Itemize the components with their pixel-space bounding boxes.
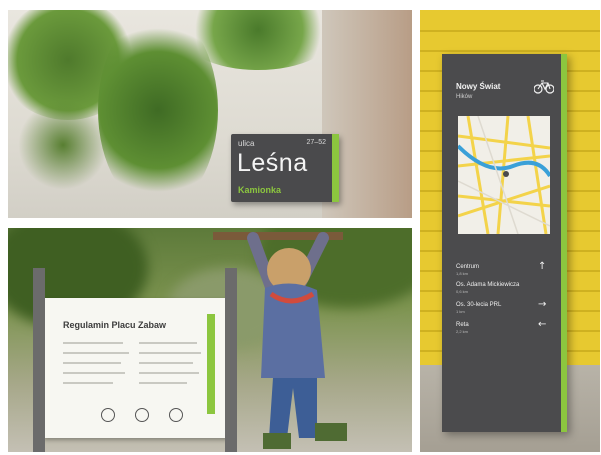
child-on-swing — [213, 232, 347, 449]
wayfinding-totem: Nowy Świat Hików Centrum 1,8 km ↑ Os. Ad… — [442, 54, 567, 432]
street-name: Leśna — [237, 149, 308, 177]
playground-rules-board: Regulamin Placu Zabaw — [33, 268, 237, 452]
arrow-left-icon: ← — [538, 319, 547, 330]
rule-text-line — [63, 352, 129, 354]
rule-text-line — [63, 372, 125, 374]
destination-name: Os. 30-lecia PRL — [456, 302, 502, 308]
destination-item: Centrum 1,8 km — [456, 264, 479, 276]
rule-text-line — [63, 342, 123, 344]
board-title: Regulamin Placu Zabaw — [63, 320, 167, 330]
arrow-up-icon: ↑ — [538, 261, 547, 272]
destination-item: Os. 30-lecia PRL 1 km — [456, 302, 501, 314]
house-numbers: 27–52 — [306, 139, 326, 146]
location-name: Nowy Świat — [456, 82, 501, 91]
rule-text-line — [139, 372, 199, 374]
bicycle-icon — [534, 80, 554, 94]
no-smoking-icon — [101, 408, 115, 422]
destination-distance: 2,2 km — [456, 329, 469, 334]
destination-item: Os. Adama Mickiewicza 0,6 km — [456, 282, 519, 294]
destination-distance: 1 km — [456, 309, 465, 314]
rule-text-line — [139, 382, 187, 384]
location-subname: Hików — [456, 94, 473, 100]
destination-name: Centrum — [456, 264, 480, 270]
rule-text-line — [139, 342, 197, 344]
wall-slat — [420, 50, 600, 52]
district-map — [458, 116, 550, 234]
street-prefix: ulica — [238, 139, 255, 148]
destination-name: Reta — [456, 322, 469, 328]
rule-text-line — [63, 362, 121, 364]
photo-wayfinding-totem: Nowy Świat Hików Centrum 1,8 km ↑ Os. Ad… — [420, 10, 600, 452]
street-name-sign: ulica 27–52 Leśna Kamionka — [231, 134, 339, 202]
destination-distance: 0,6 km — [456, 289, 469, 294]
arrow-right-icon: → — [538, 299, 547, 310]
district-name: Kamionka — [238, 185, 282, 195]
ivy-foliage — [18, 100, 108, 190]
accent-bar — [561, 54, 567, 432]
no-bicycle-icon — [135, 408, 149, 422]
photo-playground: Regulamin Placu Zabaw — [8, 228, 412, 452]
no-dogs-icon — [169, 408, 183, 422]
wall-slat — [420, 30, 600, 32]
board-post — [33, 268, 45, 452]
rule-text-line — [63, 382, 113, 384]
accent-bar — [332, 134, 339, 202]
destination-name: Os. Adama Mickiewicza — [456, 282, 520, 288]
rule-text-line — [139, 352, 201, 354]
rule-text-line — [139, 362, 193, 364]
destination-distance: 1,8 km — [456, 271, 469, 276]
destination-item: Reta 2,2 km — [456, 322, 469, 334]
photo-street-sign: ulica 27–52 Leśna Kamionka — [8, 10, 412, 218]
